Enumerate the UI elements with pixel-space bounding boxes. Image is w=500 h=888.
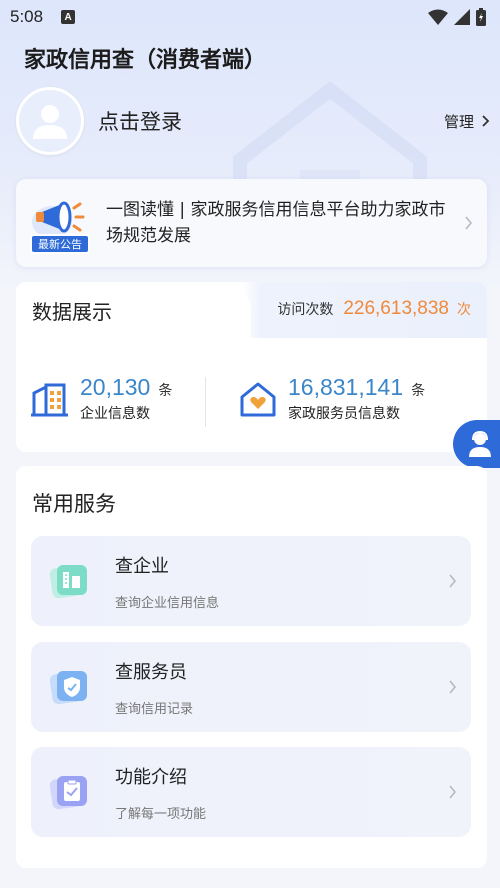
enterprise-stat: 20,130 条 企业信息数	[30, 374, 172, 423]
login-link[interactable]: 点击登录	[98, 106, 182, 136]
battery-icon	[476, 8, 486, 26]
enterprise-count-unit: 条	[158, 383, 173, 399]
housekeeper-stat-value-row: 16,831,141 条	[288, 374, 425, 401]
building-icon	[31, 383, 68, 416]
floating-service-button[interactable]	[453, 420, 500, 468]
service-desc: 了解每一项功能	[115, 806, 207, 822]
housekeeper-count-unit: 条	[411, 383, 426, 399]
announcement-card[interactable]: 最新公告 一图读懂 | 家政服务信用信息平台助力家政市场规范发展	[16, 179, 487, 267]
user-icon	[33, 105, 67, 139]
common-services-card: 常用服务 查企业 查询企业信用信息 查服务员 查询信用记录 功能介绍 了解每一项…	[16, 466, 487, 868]
service-query-enterprise[interactable]: 查企业 查询企业信用信息	[31, 536, 471, 626]
visit-count: 访问次数 226,613,838 次	[277, 298, 471, 320]
service-query-housekeeper[interactable]: 查服务员 查询信用记录	[31, 642, 471, 732]
notification-app-icon: A	[61, 10, 76, 24]
housekeeper-count: 16,831,141	[288, 374, 404, 400]
stat-divider	[205, 377, 206, 427]
services-title: 常用服务	[32, 492, 116, 516]
notice-badge: 最新公告	[30, 234, 90, 254]
chevron-right-icon	[449, 785, 457, 799]
status-right	[428, 8, 486, 26]
customer-service-icon	[469, 430, 491, 457]
service-text: 功能介绍 了解每一项功能	[115, 763, 449, 822]
shield-check-icon	[49, 671, 87, 705]
clipboard-icon	[49, 776, 87, 810]
enterprise-stat-value-row: 20,130 条	[80, 374, 172, 401]
manage-button[interactable]: 管理	[444, 111, 490, 132]
chevron-right-icon	[465, 216, 473, 230]
housekeeper-stat-text: 16,831,141 条 家政服务员信息数	[288, 374, 425, 423]
housekeeper-stat: 16,831,141 条 家政服务员信息数	[238, 374, 425, 423]
service-feature-intro[interactable]: 功能介绍 了解每一项功能	[31, 747, 471, 837]
megaphone-icon: 最新公告	[28, 188, 92, 258]
data-display-card: 数据展示 访问次数 226,613,838 次 20,130 条 企业信息数 1…	[16, 282, 487, 452]
app-title: 家政信用查（消费者端）	[24, 48, 267, 73]
service-text: 查企业 查询企业信用信息	[115, 552, 449, 611]
notice-text: 一图读懂 | 家政服务信用信息平台助力家政市场规范发展	[106, 200, 446, 246]
chevron-right-icon	[482, 115, 490, 127]
manage-label: 管理	[443, 112, 474, 131]
visit-count-unit: 次	[457, 302, 471, 318]
wifi-icon	[428, 9, 448, 25]
service-desc: 查询企业信用信息	[115, 595, 220, 611]
service-text: 查服务员 查询信用记录	[115, 658, 449, 717]
enterprise-stat-text: 20,130 条 企业信息数	[80, 374, 172, 423]
service-desc: 查询信用记录	[115, 701, 194, 717]
status-bar: 5:08 A	[0, 0, 500, 34]
status-time: 5:08	[10, 7, 44, 26]
visit-count-value: 226,613,838	[343, 298, 449, 319]
enterprise-count-label: 企业信息数	[80, 406, 150, 422]
chevron-right-icon	[449, 574, 457, 588]
service-name: 功能介绍	[115, 766, 187, 788]
housekeeper-count-label: 家政服务员信息数	[288, 406, 400, 422]
visit-count-label: 访问次数	[277, 302, 334, 318]
signal-icon	[454, 9, 470, 25]
service-name: 查企业	[115, 555, 169, 577]
enterprise-count: 20,130	[80, 374, 151, 400]
service-name: 查服务员	[115, 661, 187, 683]
house-heart-icon	[240, 382, 276, 416]
chevron-right-icon	[449, 680, 457, 694]
enterprise-icon	[49, 565, 87, 599]
avatar[interactable]	[16, 87, 84, 155]
data-display-title: 数据展示	[32, 300, 112, 324]
login-row: 点击登录 管理	[16, 86, 490, 156]
